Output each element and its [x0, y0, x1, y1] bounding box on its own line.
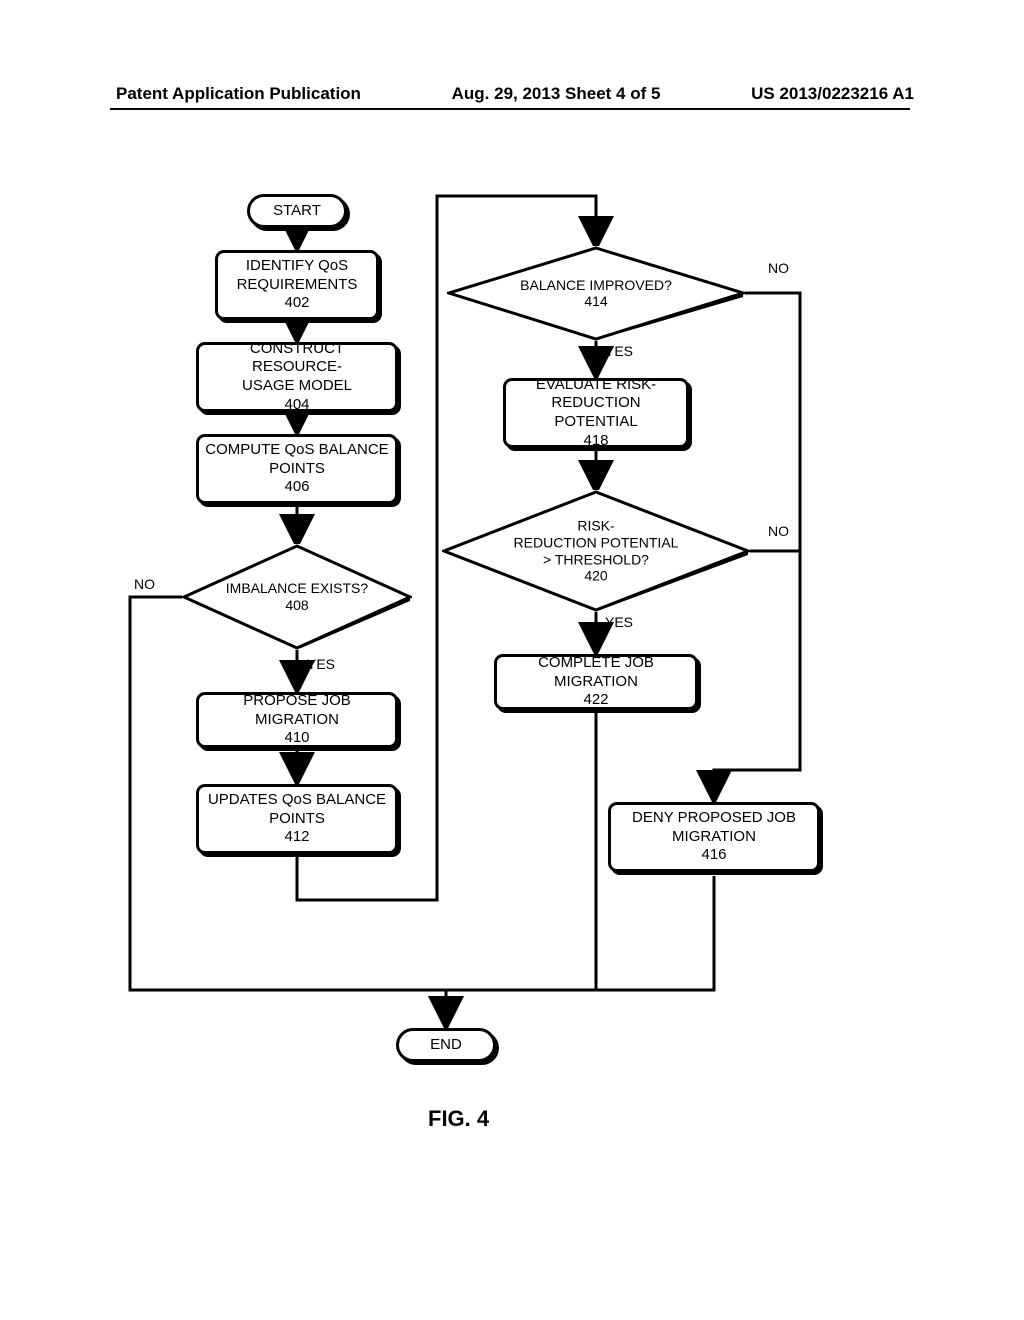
- decision-420-line2: REDUCTION POTENTIAL: [442, 534, 750, 551]
- start-terminator: START: [247, 194, 347, 228]
- decision-414-line1: BALANCE IMPROVED?: [447, 277, 745, 294]
- step-416-line2: MIGRATION: [672, 828, 756, 847]
- step-418-num: 418: [583, 432, 608, 451]
- step-422-line1: COMPLETE JOB MIGRATION: [501, 654, 691, 692]
- step-416: DENY PROPOSED JOB MIGRATION 416: [608, 802, 820, 872]
- end-label: END: [430, 1036, 462, 1055]
- decision-408-line1: IMBALANCE EXISTS?: [182, 580, 412, 597]
- decision-414-num: 414: [447, 294, 745, 311]
- step-410-num: 410: [284, 729, 309, 748]
- step-404: CONSTRUCT RESOURCE- USAGE MODEL 404: [196, 342, 398, 412]
- step-406-line1: COMPUTE QoS BALANCE: [205, 441, 388, 460]
- label-no-408: NO: [134, 576, 155, 592]
- step-412: UPDATES QoS BALANCE POINTS 412: [196, 784, 398, 854]
- decision-408: IMBALANCE EXISTS? 408: [182, 544, 412, 650]
- figure-label: FIG. 4: [428, 1106, 489, 1132]
- step-406: COMPUTE QoS BALANCE POINTS 406: [196, 434, 398, 504]
- label-no-420: NO: [768, 523, 789, 539]
- decision-420: RISK- REDUCTION POTENTIAL > THRESHOLD? 4…: [442, 490, 750, 612]
- step-402-num: 402: [284, 294, 309, 313]
- step-412-line2: POINTS: [269, 810, 325, 829]
- step-402-line1: IDENTIFY QoS: [246, 257, 348, 276]
- step-418-line1: EVALUATE RISK-: [536, 376, 656, 395]
- label-yes-408: YES: [307, 656, 335, 672]
- decision-408-num: 408: [182, 597, 412, 614]
- step-416-line1: DENY PROPOSED JOB: [632, 809, 796, 828]
- step-402-line2: REQUIREMENTS: [237, 276, 358, 295]
- step-418-line2: REDUCTION POTENTIAL: [510, 394, 682, 432]
- step-422-num: 422: [583, 691, 608, 710]
- step-416-num: 416: [701, 846, 726, 865]
- label-yes-414: YES: [605, 343, 633, 359]
- decision-420-line3: > THRESHOLD?: [442, 551, 750, 568]
- step-406-line2: POINTS: [269, 460, 325, 479]
- label-no-414: NO: [768, 260, 789, 276]
- step-410-line1: PROPOSE JOB MIGRATION: [203, 692, 391, 730]
- decision-420-line1: RISK-: [442, 517, 750, 534]
- end-terminator: END: [396, 1028, 496, 1062]
- start-label: START: [273, 202, 321, 221]
- label-yes-420: YES: [605, 614, 633, 630]
- decision-420-num: 420: [442, 568, 750, 585]
- step-422: COMPLETE JOB MIGRATION 422: [494, 654, 698, 710]
- step-404-num: 404: [284, 396, 309, 415]
- step-406-num: 406: [284, 478, 309, 497]
- decision-414: BALANCE IMPROVED? 414: [447, 246, 745, 341]
- step-410: PROPOSE JOB MIGRATION 410: [196, 692, 398, 748]
- step-418: EVALUATE RISK- REDUCTION POTENTIAL 418: [503, 378, 689, 448]
- step-412-line1: UPDATES QoS BALANCE: [208, 791, 386, 810]
- step-402: IDENTIFY QoS REQUIREMENTS 402: [215, 250, 379, 320]
- step-404-line1: CONSTRUCT RESOURCE-: [203, 340, 391, 378]
- step-412-num: 412: [284, 828, 309, 847]
- step-404-line2: USAGE MODEL: [242, 377, 352, 396]
